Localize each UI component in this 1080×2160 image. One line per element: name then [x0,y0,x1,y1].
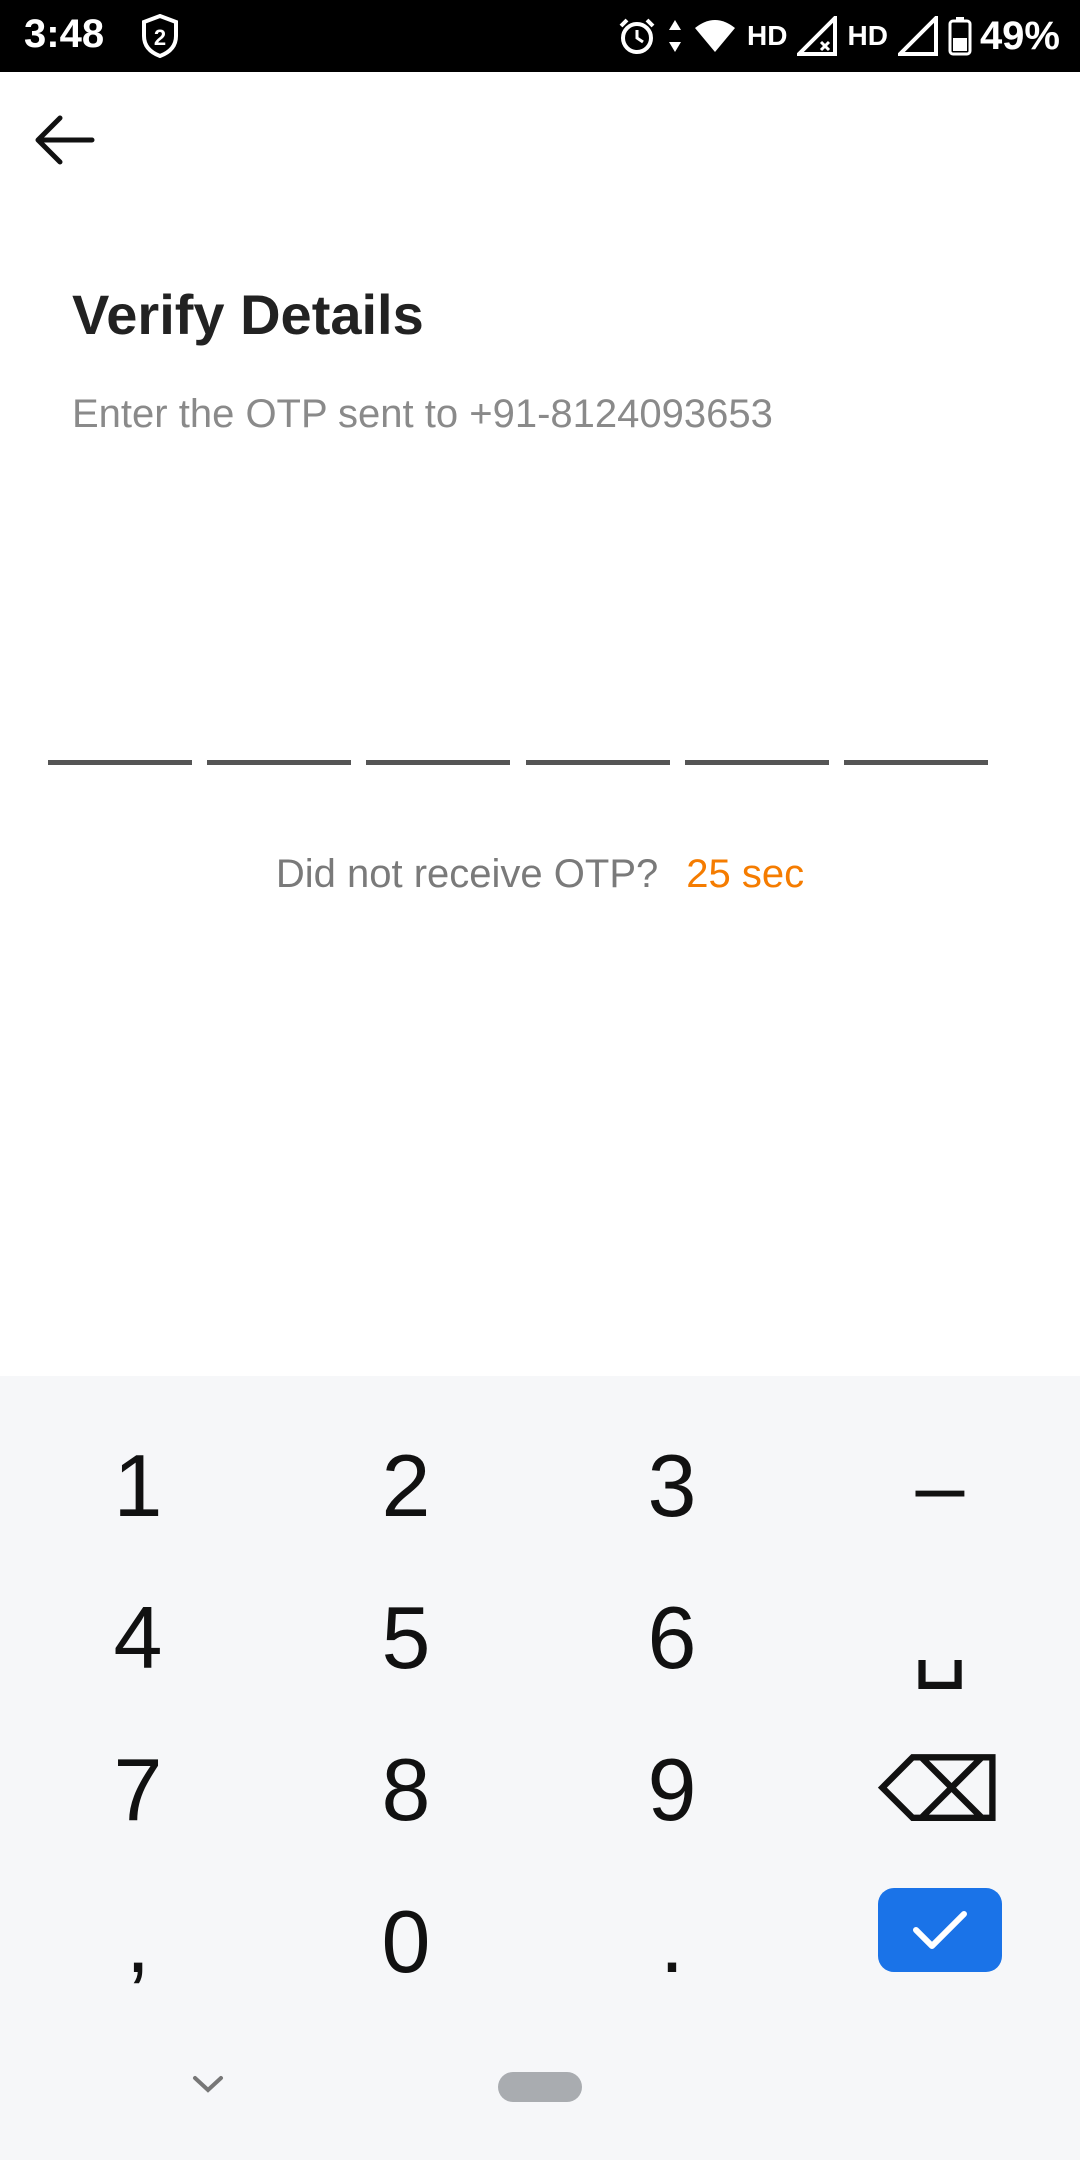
resend-timer: 25 sec [686,852,805,896]
otp-digit-5[interactable] [684,700,829,765]
key-comma[interactable]: , [38,1872,238,2012]
check-icon [913,1911,967,1949]
key-backspace[interactable]: ⌫ [840,1720,1040,1860]
page-title: Verify Details [72,283,424,346]
hd-label-2: HD [847,20,888,51]
chevron-down-icon [193,2076,223,2093]
status-time: 3:48 [24,12,105,56]
done-button[interactable] [878,1888,1002,1972]
key-space[interactable]: ␣ [840,1568,1040,1708]
key-4[interactable]: 4 [38,1568,238,1708]
key-5[interactable]: 5 [306,1568,506,1708]
key-1[interactable]: 1 [38,1416,238,1556]
key-dash[interactable]: – [840,1416,1040,1556]
otp-digit-1[interactable] [48,700,192,765]
key-0[interactable]: 0 [306,1872,506,2012]
arrow-left-icon [35,115,95,165]
data-arrows-icon [669,20,682,52]
notification-badge-icon: 2 [140,13,180,63]
otp-input[interactable] [48,700,988,765]
key-period[interactable]: . [572,1872,772,2012]
otp-digit-4[interactable] [525,700,670,765]
page-subtitle: Enter the OTP sent to +91-8124093653 [72,392,773,436]
key-7[interactable]: 7 [38,1720,238,1860]
key-9[interactable]: 9 [572,1720,772,1860]
status-bar: 3:48 2 HD HD 49% [0,0,1080,72]
resend-label: Did not receive OTP? [275,852,659,896]
wifi-icon [695,20,736,52]
numeric-keyboard: 1 2 3 – 4 5 6 ␣ 7 8 9 ⌫ , 0 . [0,1376,1080,2160]
battery-icon [948,17,972,56]
key-2[interactable]: 2 [306,1416,506,1556]
otp-digit-6[interactable] [843,700,988,765]
notification-count: 2 [154,25,166,50]
key-6[interactable]: 6 [572,1568,772,1708]
key-3[interactable]: 3 [572,1416,772,1556]
hd-label: HD [747,20,788,51]
key-8[interactable]: 8 [306,1720,506,1860]
back-button[interactable] [24,100,104,180]
resend-row: Did not receive OTP? 25 sec [0,852,1080,897]
signal-icon [797,16,838,56]
alarm-icon [619,18,655,54]
status-icons: HD HD 49% [607,10,1060,62]
otp-digit-2[interactable] [207,700,352,765]
hide-keyboard-button[interactable] [188,2064,228,2104]
battery-percent: 49% [979,13,1060,58]
signal-icon-2 [897,16,938,56]
otp-digit-3[interactable] [366,700,511,765]
nav-pill-handle[interactable] [498,2072,582,2102]
